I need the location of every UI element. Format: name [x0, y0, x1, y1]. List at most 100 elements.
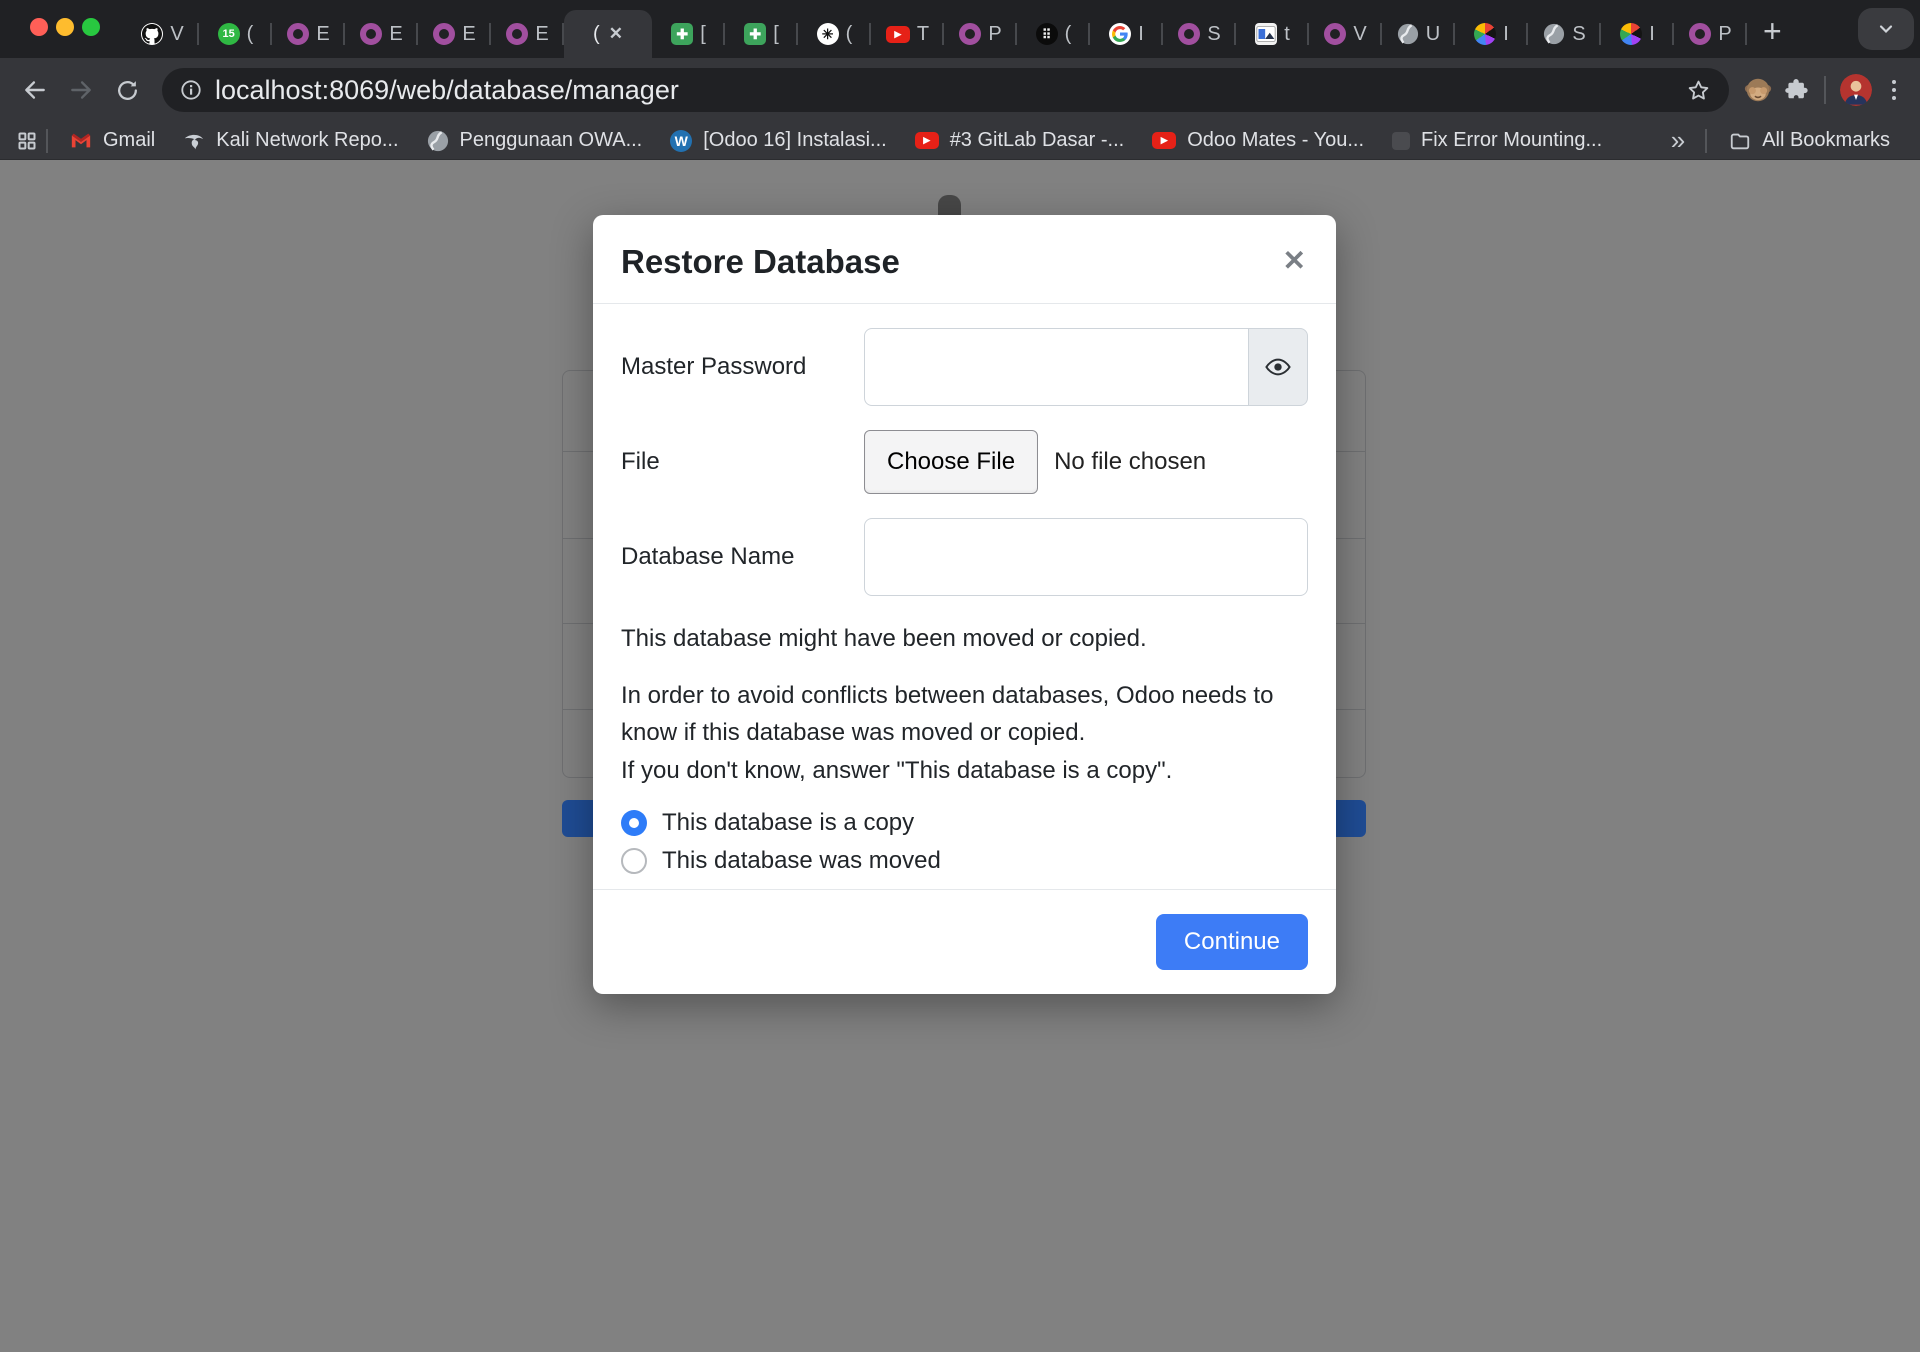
odoo-icon — [506, 23, 528, 45]
tab[interactable]: V — [1309, 10, 1382, 58]
youtube-icon: ▶ — [1152, 132, 1176, 149]
odoo-icon — [1324, 23, 1346, 45]
tab[interactable]: E — [491, 10, 564, 58]
chatgpt-dark-icon: ⠿ — [1036, 23, 1058, 45]
blank-icon — [1392, 132, 1410, 150]
github-icon — [141, 23, 163, 45]
tab[interactable]: V — [126, 10, 199, 58]
tab-close-icon[interactable]: ✕ — [609, 24, 623, 44]
radio-selected-icon[interactable] — [621, 810, 647, 836]
forward-button[interactable] — [60, 69, 102, 111]
tab-title: I — [1138, 23, 1144, 46]
url-text[interactable]: localhost:8069/web/database/manager — [215, 75, 1673, 106]
bookmark-item[interactable]: ▶#3 GitLab Dasar -... — [901, 129, 1139, 152]
odoo-icon — [1689, 23, 1711, 45]
bookmark-item[interactable]: ▶Odoo Mates - You... — [1138, 129, 1378, 152]
tab[interactable]: E — [418, 10, 491, 58]
tab[interactable]: S — [1528, 10, 1601, 58]
tab[interactable]: S — [1163, 10, 1236, 58]
back-button[interactable] — [14, 69, 56, 111]
show-password-button[interactable] — [1248, 328, 1308, 406]
profile-avatar[interactable] — [1840, 74, 1872, 106]
bookmarks-bar: Gmail Kali Network Repo... Penggunaan OWA.… — [0, 122, 1920, 160]
tab[interactable]: I — [1601, 10, 1674, 58]
tab-title: [ — [700, 23, 706, 46]
continue-button[interactable]: Continue — [1156, 914, 1308, 970]
sheets-icon: ✚ — [744, 23, 766, 45]
eye-icon — [1265, 354, 1291, 380]
tab-title: V — [170, 23, 183, 46]
tab-active[interactable]: (✕ — [564, 10, 652, 58]
youtube-icon: ▶ — [886, 26, 910, 43]
tab[interactable]: E — [345, 10, 418, 58]
window-zoom-button[interactable] — [82, 18, 100, 36]
odoo-icon — [433, 23, 455, 45]
all-bookmarks-button[interactable]: All Bookmarks — [1715, 129, 1904, 152]
bookmark-label: [Odoo 16] Instalasi... — [703, 129, 886, 152]
bookmark-item[interactable]: Penggunaan OWA... — [413, 129, 657, 152]
browser-menu-button[interactable] — [1882, 80, 1906, 100]
tab[interactable]: I — [1090, 10, 1163, 58]
bookmarks-overflow-button[interactable]: » — [1659, 125, 1697, 156]
tab[interactable]: 15( — [199, 10, 272, 58]
tab[interactable]: U — [1382, 10, 1455, 58]
conflict-explanation-line: In order to avoid conflicts between data… — [621, 682, 1273, 746]
wordpress-icon: W — [670, 130, 692, 152]
tab[interactable]: P — [944, 10, 1017, 58]
address-bar[interactable]: localhost:8069/web/database/manager — [162, 68, 1729, 112]
choose-file-button[interactable]: Choose File — [864, 430, 1038, 494]
tab[interactable]: ▶T — [871, 10, 944, 58]
whatsapp-icon: 15 — [218, 23, 240, 45]
apps-grid-icon[interactable] — [16, 130, 38, 152]
tab[interactable]: E — [272, 10, 345, 58]
database-moved-option[interactable]: This database was moved — [621, 847, 1308, 875]
master-password-input[interactable] — [864, 328, 1249, 406]
bookmark-item[interactable]: W [Odoo 16] Instalasi... — [656, 129, 900, 152]
tab[interactable]: I — [1455, 10, 1528, 58]
tab[interactable]: ✚[ — [652, 10, 725, 58]
tab[interactable]: ✚[ — [725, 10, 798, 58]
odoo-icon — [360, 23, 382, 45]
dialog-body: Master Password File Choose File No file… — [593, 304, 1336, 889]
tab[interactable]: ✳( — [798, 10, 871, 58]
back-icon — [22, 77, 48, 103]
new-tab-button[interactable]: + — [1763, 15, 1782, 47]
bookmark-items: Gmail Kali Network Repo... Penggunaan OWA.… — [56, 129, 1616, 152]
toolbar-actions — [1743, 74, 1906, 106]
window-minimize-button[interactable] — [56, 18, 74, 36]
file-row: File Choose File No file chosen — [621, 430, 1308, 494]
bookmark-item[interactable]: Fix Error Mounting... — [1378, 129, 1616, 152]
kali-icon — [183, 130, 205, 152]
tab[interactable]: P — [1674, 10, 1747, 58]
tab[interactable]: ⠿( — [1017, 10, 1090, 58]
odoo-icon — [1178, 23, 1200, 45]
database-name-input[interactable] — [864, 518, 1308, 596]
monkey-extension-icon[interactable] — [1743, 75, 1773, 105]
bookmark-label: Kali Network Repo... — [216, 129, 398, 152]
bookmark-star-icon[interactable] — [1686, 78, 1711, 103]
window-close-button[interactable] — [30, 18, 48, 36]
radio-unselected-icon[interactable] — [621, 848, 647, 874]
gmail-icon — [70, 130, 92, 152]
tab-title: E — [316, 23, 329, 46]
tab-title: E — [535, 23, 548, 46]
toolbar-divider — [1824, 76, 1826, 104]
tab-search-chevron-button[interactable] — [1858, 8, 1914, 50]
bookmark-item[interactable]: Gmail — [56, 129, 169, 152]
tab-title: E — [389, 23, 402, 46]
close-icon[interactable]: ✕ — [1281, 243, 1308, 279]
pinwheel-icon — [1620, 23, 1642, 45]
database-copy-option[interactable]: This database is a copy — [621, 809, 1308, 837]
master-password-row: Master Password — [621, 328, 1308, 406]
extensions-puzzle-icon[interactable] — [1783, 77, 1810, 104]
bookmark-label: Fix Error Mounting... — [1421, 129, 1602, 152]
tab[interactable]: t — [1236, 10, 1309, 58]
site-info-icon[interactable] — [180, 79, 202, 101]
tab-title: V — [1353, 23, 1366, 46]
tab-title: U — [1426, 23, 1440, 46]
bookmark-item[interactable]: Kali Network Repo... — [169, 129, 412, 152]
reload-icon — [115, 78, 140, 103]
reload-button[interactable] — [106, 69, 148, 111]
bookmark-label: #3 GitLab Dasar -... — [950, 129, 1125, 152]
tab-title: ( — [1065, 23, 1072, 46]
